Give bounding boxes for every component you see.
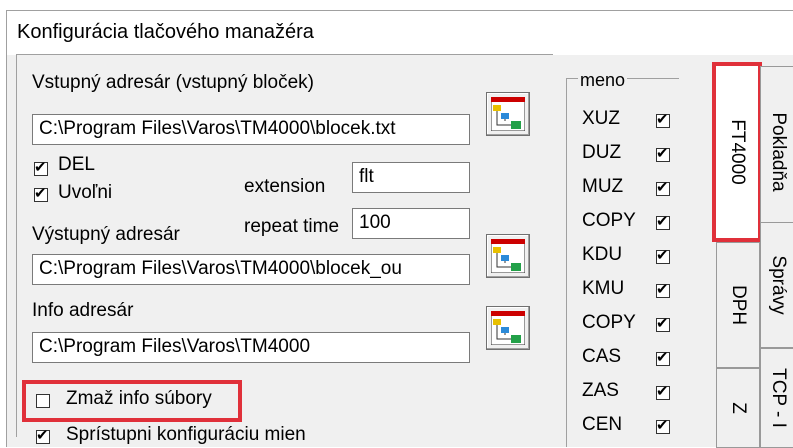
info-dir-field[interactable]: C:\Program Files\Varos\TM4000 bbox=[32, 332, 470, 363]
tab-pokladna-label: Pokladňa bbox=[767, 112, 789, 192]
name-checkbox[interactable] bbox=[656, 144, 670, 164]
spristupni-label: Sprístupni konfiguráciu mien bbox=[66, 424, 306, 445]
name-label: COPY bbox=[582, 312, 636, 333]
info-dir-label: Info adresár bbox=[32, 300, 134, 321]
name-label: MUZ bbox=[582, 176, 624, 197]
folder-tree-icon bbox=[491, 239, 525, 273]
input-dir-browse-button[interactable] bbox=[486, 92, 530, 136]
name-label: KDU bbox=[582, 244, 623, 265]
del-label: DEL bbox=[58, 154, 95, 175]
ft4000-highlight bbox=[712, 62, 762, 242]
top-strip bbox=[0, 0, 793, 8]
repeat-time-label: repeat time bbox=[244, 216, 340, 237]
name-label: CAS bbox=[582, 346, 622, 367]
name-checkbox[interactable] bbox=[656, 348, 670, 368]
tab-dph[interactable]: DPH bbox=[716, 242, 760, 368]
uvolni-label: Uvoľni bbox=[58, 182, 113, 203]
del-checkbox[interactable] bbox=[34, 158, 48, 178]
name-checkbox[interactable] bbox=[656, 246, 670, 266]
name-checkbox[interactable] bbox=[656, 314, 670, 334]
name-checkbox[interactable] bbox=[656, 110, 670, 130]
zmaz-checkbox[interactable] bbox=[36, 394, 50, 408]
output-dir-label: Výstupný adresár bbox=[32, 224, 180, 245]
title-bar: Konfigurácia tlačového manažéra bbox=[7, 11, 793, 55]
name-checkbox[interactable] bbox=[656, 382, 670, 402]
tab-pokladna[interactable]: Pokladňa bbox=[760, 66, 793, 238]
uvolni-checkbox[interactable] bbox=[34, 184, 48, 204]
tab-z-label: Z bbox=[728, 402, 749, 414]
name-label: KMU bbox=[582, 278, 625, 299]
tab-dph-label: DPH bbox=[728, 284, 749, 326]
names-group-label: meno bbox=[578, 70, 628, 91]
name-label: XUZ bbox=[582, 108, 620, 129]
output-dir-browse-button[interactable] bbox=[486, 234, 530, 278]
spristupni-checkbox[interactable] bbox=[36, 426, 50, 446]
tab-tcp-label: TCP - I bbox=[767, 368, 789, 428]
name-label: DUZ bbox=[582, 142, 622, 163]
folder-tree-icon bbox=[491, 97, 525, 131]
tab-spravy-label: Správy bbox=[767, 255, 789, 315]
info-dir-browse-button[interactable] bbox=[486, 306, 530, 350]
name-checkbox[interactable] bbox=[656, 178, 670, 198]
zmaz-label: Zmaž info súbory bbox=[66, 388, 212, 409]
extension-label: extension bbox=[244, 176, 326, 197]
repeat-time-field[interactable]: 100 bbox=[352, 208, 470, 239]
extension-field[interactable]: flt bbox=[352, 162, 470, 193]
name-label: CEN bbox=[582, 414, 623, 435]
name-checkbox[interactable] bbox=[656, 280, 670, 300]
input-dir-label: Vstupný adresár (vstupný bloček) bbox=[32, 72, 314, 93]
name-checkbox[interactable] bbox=[656, 212, 670, 232]
output-dir-field[interactable]: C:\Program Files\Varos\TM4000\blocek_ou bbox=[32, 254, 470, 285]
tab-spravy[interactable]: Správy bbox=[760, 222, 793, 348]
name-checkbox[interactable] bbox=[656, 416, 670, 436]
input-dir-field[interactable]: C:\Program Files\Varos\TM4000\blocek.txt bbox=[32, 114, 470, 145]
tab-tcp[interactable]: TCP - I bbox=[760, 348, 793, 448]
name-label: COPY bbox=[582, 210, 636, 231]
tab-z[interactable]: Z bbox=[716, 368, 760, 448]
name-label: ZAS bbox=[582, 380, 619, 401]
window-title: Konfigurácia tlačového manažéra bbox=[17, 21, 314, 43]
folder-tree-icon bbox=[491, 311, 525, 345]
